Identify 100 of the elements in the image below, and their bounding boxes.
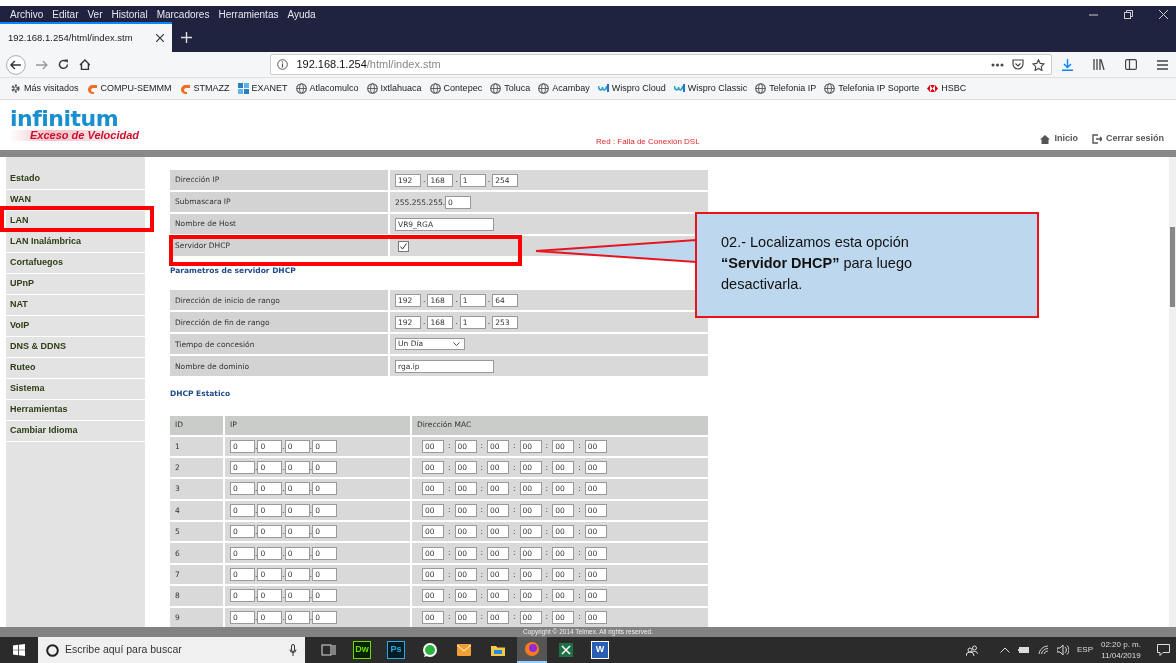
checkbox[interactable] bbox=[398, 240, 409, 252]
bookmark[interactable]: Toluca bbox=[490, 81, 531, 96]
pocket-icon[interactable] bbox=[1012, 59, 1024, 70]
more-icon[interactable] bbox=[991, 62, 1004, 67]
home-icon bbox=[1040, 133, 1051, 144]
menu-item[interactable]: Marcadores bbox=[156, 6, 210, 22]
photoshop-icon: Ps bbox=[388, 642, 404, 658]
close-icon[interactable] bbox=[156, 34, 164, 42]
address-bar[interactable]: 192.168.1.254/html/index.stm bbox=[270, 54, 1052, 75]
globe-icon bbox=[366, 83, 378, 94]
taskbar-button[interactable]: W bbox=[585, 637, 615, 663]
sidebar-item[interactable]: LAN Inalámbrica bbox=[6, 232, 145, 253]
sidebar-item[interactable]: UPnP bbox=[6, 274, 145, 295]
volume-icon[interactable] bbox=[1056, 645, 1069, 655]
cp-logo-icon bbox=[179, 83, 191, 94]
annotation-callout: 02.- Localizamos esta opción “Servidor DHCP” para luego desactivarla. bbox=[695, 212, 1039, 318]
sidebar-item[interactable]: Sistema bbox=[6, 379, 145, 400]
sidebar-item[interactable]: DNS & DDNS bbox=[6, 337, 145, 358]
sidebar-item[interactable]: LAN bbox=[6, 211, 145, 232]
envelope-icon bbox=[456, 642, 472, 658]
bookmark[interactable]: STMAZZ bbox=[179, 81, 230, 96]
spreadsheet-icon bbox=[558, 642, 574, 658]
logout-icon bbox=[1091, 133, 1102, 144]
cortana-icon bbox=[46, 643, 59, 657]
taskbar-button[interactable]: Ps bbox=[381, 637, 411, 663]
menu-item[interactable]: Editar bbox=[52, 6, 79, 22]
wispro-logo-icon bbox=[597, 83, 609, 94]
bookmark[interactable]: Acambay bbox=[538, 81, 590, 96]
bookmark[interactable]: EXANET bbox=[237, 81, 288, 96]
globe-icon bbox=[295, 83, 307, 94]
hsbc-logo-icon bbox=[927, 83, 939, 94]
menu-item[interactable]: Historial bbox=[111, 6, 148, 22]
globe-icon bbox=[538, 83, 550, 94]
sidebar-item[interactable]: VoIP bbox=[6, 316, 145, 337]
connection-status: Red : Falla de Conexión DSL bbox=[596, 136, 700, 148]
caret-icon bbox=[453, 342, 460, 347]
menu-item[interactable]: Herramientas bbox=[218, 6, 279, 22]
menu-icon[interactable] bbox=[1157, 59, 1168, 70]
library-icon[interactable] bbox=[1093, 59, 1105, 70]
menu-item[interactable]: Ver bbox=[87, 6, 103, 22]
globe-icon bbox=[490, 83, 502, 94]
globe-icon bbox=[429, 83, 441, 94]
sidebar-item[interactable]: Herramientas bbox=[6, 400, 145, 421]
bookmark[interactable]: Wispro Cloud bbox=[597, 81, 666, 96]
gear-icon bbox=[10, 83, 21, 94]
dreamweaver-icon: Dw bbox=[354, 642, 370, 658]
scrollbar[interactable] bbox=[1169, 157, 1176, 627]
taskbar-button[interactable]: Dw bbox=[347, 637, 377, 663]
menu-item[interactable]: Ayuda bbox=[287, 6, 316, 22]
document-icon: W bbox=[592, 642, 608, 658]
wifi-icon[interactable] bbox=[1037, 645, 1049, 655]
header-link[interactable]: Cerrar sesión bbox=[1091, 132, 1164, 146]
search-field[interactable]: Escribe aquí para buscar bbox=[38, 637, 305, 663]
battery-icon[interactable] bbox=[1017, 646, 1030, 654]
logo-text: infinitum bbox=[10, 108, 120, 130]
sidebar-item[interactable]: Cortafuegos bbox=[6, 253, 145, 274]
exanet-logo-icon bbox=[237, 83, 249, 94]
sidebar-icon[interactable] bbox=[1125, 59, 1137, 70]
restore-icon[interactable] bbox=[1124, 9, 1133, 19]
wispro-logo-icon bbox=[673, 83, 685, 94]
cp-logo-icon bbox=[86, 83, 98, 94]
menu-item[interactable]: Archivo bbox=[10, 6, 44, 22]
sidebar-item[interactable]: WAN bbox=[6, 190, 145, 211]
microphone-icon bbox=[289, 644, 297, 656]
bookmark[interactable]: Telefonia IP Soporte bbox=[824, 81, 920, 96]
forward-icon[interactable] bbox=[35, 59, 48, 70]
download-icon[interactable] bbox=[1062, 58, 1073, 71]
firefox-icon bbox=[524, 641, 540, 657]
globe-icon bbox=[824, 83, 836, 94]
sidebar-item[interactable]: Cambiar Idioma bbox=[6, 421, 145, 442]
bookmark[interactable]: Telefonia IP bbox=[755, 81, 817, 96]
language-indicator[interactable]: ESP bbox=[1076, 644, 1093, 656]
logo-slogan: Exceso de Velocidad bbox=[10, 130, 140, 141]
new-tab-icon[interactable] bbox=[181, 32, 192, 43]
header-link[interactable]: Inicio bbox=[1040, 132, 1078, 146]
back-icon[interactable] bbox=[6, 54, 26, 75]
url-text: 192.168.1.254/html/index.stm bbox=[296, 57, 441, 73]
bookmark[interactable]: COMPU-SEMMM bbox=[86, 81, 172, 96]
notification-icon[interactable] bbox=[1157, 644, 1170, 656]
sidebar-item[interactable]: Estado bbox=[6, 169, 145, 190]
browser-tab[interactable]: 192.168.1.254/html/index.stm bbox=[0, 22, 172, 52]
task-view-icon bbox=[320, 642, 336, 658]
globe-icon bbox=[755, 83, 767, 94]
bookmark[interactable]: Más visitados bbox=[10, 81, 79, 96]
bookmark[interactable]: HSBC bbox=[927, 81, 967, 96]
taskbar-clock[interactable]: 02:20 p. m. 11/04/2019 bbox=[1100, 639, 1141, 661]
reload-icon[interactable] bbox=[57, 59, 69, 70]
bookmark[interactable]: Contepec bbox=[429, 81, 483, 96]
chevron-up-icon[interactable] bbox=[999, 647, 1010, 653]
people-icon[interactable] bbox=[965, 644, 978, 656]
bookmark[interactable]: Wispro Classic bbox=[673, 81, 748, 96]
star-icon[interactable] bbox=[1032, 58, 1045, 71]
chat-bubble-icon bbox=[422, 642, 438, 658]
sidebar-item[interactable]: Ruteo bbox=[6, 358, 145, 379]
home-icon[interactable] bbox=[78, 59, 91, 70]
bookmark[interactable]: Atlacomulco bbox=[295, 81, 359, 96]
windows-start-icon[interactable] bbox=[13, 644, 25, 656]
info-icon bbox=[277, 59, 289, 70]
sidebar-item[interactable]: NAT bbox=[6, 295, 145, 316]
bookmark[interactable]: Ixtlahuaca bbox=[366, 81, 422, 96]
